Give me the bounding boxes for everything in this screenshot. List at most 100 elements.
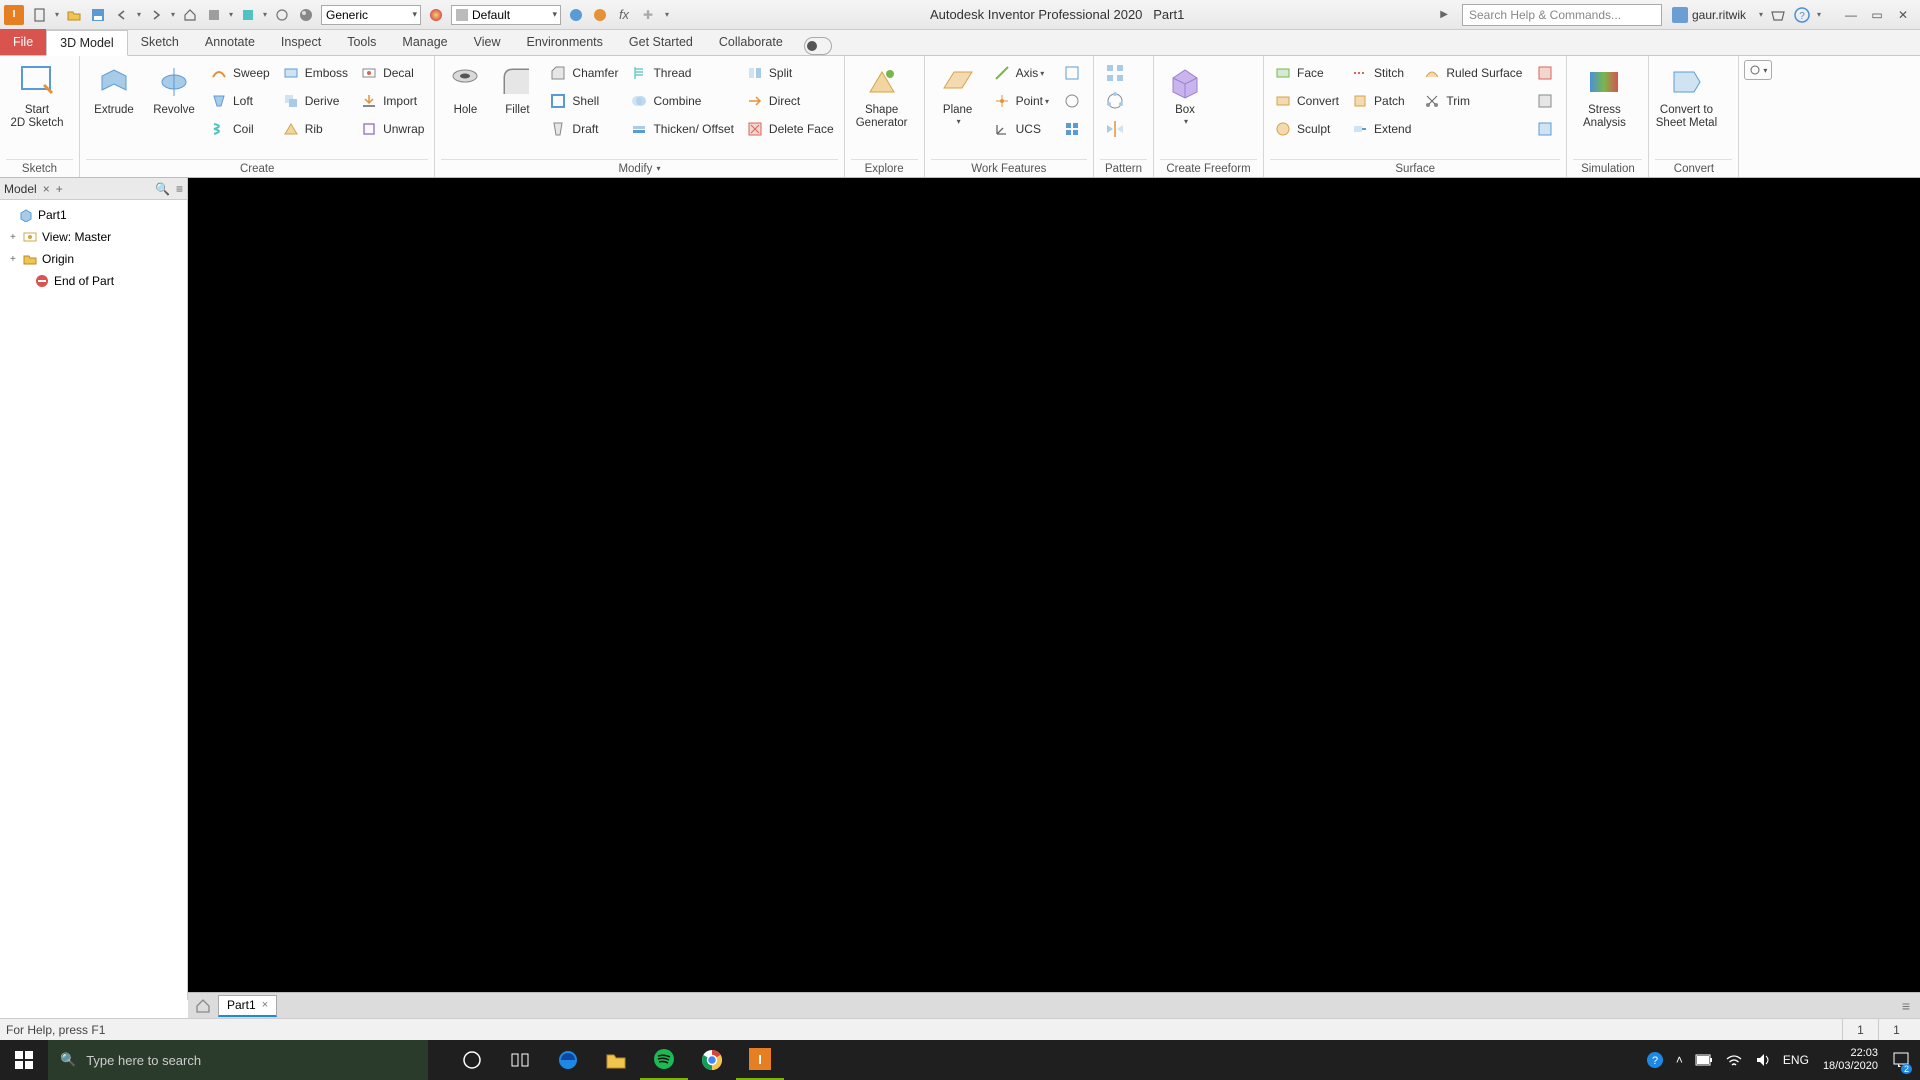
- box-button[interactable]: Box ▾: [1160, 60, 1210, 126]
- plus-icon[interactable]: ✚: [637, 4, 659, 26]
- save-button[interactable]: [87, 4, 109, 26]
- circular-pattern-button[interactable]: [1100, 88, 1130, 114]
- draft-button[interactable]: Draft: [545, 116, 622, 142]
- file-explorer-button[interactable]: [592, 1040, 640, 1080]
- thicken-button[interactable]: Thicken/ Offset: [626, 116, 737, 142]
- thread-button[interactable]: Thread: [626, 60, 737, 86]
- update-button[interactable]: [271, 4, 293, 26]
- close-button[interactable]: ✕: [1891, 3, 1915, 27]
- shape-generator-button[interactable]: Shape Generator: [851, 60, 913, 130]
- assembly-icon[interactable]: [203, 4, 225, 26]
- undo-button[interactable]: [111, 4, 133, 26]
- split-button[interactable]: Split: [742, 60, 838, 86]
- search-expand-icon[interactable]: ▶: [1440, 9, 1448, 20]
- box-dropdown[interactable]: ▾: [1184, 117, 1188, 126]
- expand-icon[interactable]: +: [10, 254, 22, 265]
- trim-button[interactable]: Trim: [1419, 88, 1526, 114]
- tree-view[interactable]: + View: Master: [2, 226, 185, 248]
- spotify-button[interactable]: [640, 1040, 688, 1080]
- tray-volume-icon[interactable]: [1749, 1040, 1777, 1080]
- rectangular-pattern-button[interactable]: [1100, 60, 1130, 86]
- tray-chevron-icon[interactable]: ˄: [1670, 1040, 1689, 1080]
- select-dropdown[interactable]: ▾: [260, 10, 270, 19]
- new-button[interactable]: [29, 4, 51, 26]
- plane-dropdown[interactable]: ▾: [957, 117, 961, 126]
- user-account[interactable]: gaur.ritwik: [1672, 7, 1746, 23]
- tray-battery-icon[interactable]: [1689, 1040, 1719, 1080]
- tab-environments[interactable]: Environments: [513, 29, 615, 55]
- mirror-button[interactable]: [1100, 116, 1130, 142]
- help-dropdown[interactable]: ▾: [1814, 10, 1824, 19]
- assembly-dropdown[interactable]: ▾: [226, 10, 236, 19]
- ruled-surface-button[interactable]: Ruled Surface: [1419, 60, 1526, 86]
- material-combo[interactable]: Generic: [321, 5, 421, 25]
- redo-dropdown[interactable]: ▾: [168, 10, 178, 19]
- start-2d-sketch-button[interactable]: Start 2D Sketch: [6, 60, 68, 130]
- point-button[interactable]: Point▾: [989, 88, 1053, 114]
- task-view-button[interactable]: [496, 1040, 544, 1080]
- combine-button[interactable]: Combine: [626, 88, 737, 114]
- tab-annotate[interactable]: Annotate: [192, 29, 268, 55]
- tab-file[interactable]: File: [0, 29, 46, 55]
- tree-end-of-part[interactable]: End of Part: [2, 270, 185, 292]
- tab-get-started[interactable]: Get Started: [616, 29, 706, 55]
- delete-face-button[interactable]: Delete Face: [742, 116, 838, 142]
- extend-button[interactable]: Extend: [1347, 116, 1415, 142]
- doctab-part1[interactable]: Part1 ×: [218, 995, 277, 1017]
- unwrap-button[interactable]: Unwrap: [356, 116, 428, 142]
- tray-clock[interactable]: 22:03 18/03/2020: [1815, 1047, 1886, 1073]
- browser-search-icon[interactable]: 🔍: [155, 182, 170, 196]
- appearance-combo[interactable]: Default: [451, 5, 561, 25]
- taskbar-search[interactable]: 🔍 Type here to search: [48, 1040, 428, 1080]
- derive-button[interactable]: Derive: [278, 88, 352, 114]
- rib-button[interactable]: Rib: [278, 116, 352, 142]
- redo-button[interactable]: [145, 4, 167, 26]
- tray-language[interactable]: ENG: [1777, 1040, 1815, 1080]
- convert-button[interactable]: Convert: [1270, 88, 1343, 114]
- tray-notifications[interactable]: 2: [1886, 1040, 1916, 1080]
- tab-collaborate[interactable]: Collaborate: [706, 29, 796, 55]
- ucs-button[interactable]: UCS: [989, 116, 1053, 142]
- chrome-button[interactable]: [688, 1040, 736, 1080]
- search-input[interactable]: Search Help & Commands...: [1462, 4, 1662, 26]
- expand-icon[interactable]: +: [10, 232, 22, 243]
- doctab-home-icon[interactable]: [192, 996, 214, 1016]
- extrude-button[interactable]: Extrude: [86, 60, 142, 117]
- coil-button[interactable]: Coil: [206, 116, 274, 142]
- fillet-button[interactable]: Fillet: [493, 60, 541, 117]
- viewport-canvas[interactable]: [188, 178, 1920, 992]
- appearance-sphere-icon[interactable]: [425, 4, 447, 26]
- face-button[interactable]: Face: [1270, 60, 1343, 86]
- work-icon-1[interactable]: [1057, 60, 1087, 86]
- tray-help-icon[interactable]: ?: [1640, 1040, 1670, 1080]
- axis-button[interactable]: Axis▾: [989, 60, 1053, 86]
- tab-tools[interactable]: Tools: [334, 29, 389, 55]
- work-icon-2[interactable]: [1057, 88, 1087, 114]
- surface-icon-2[interactable]: [1530, 88, 1560, 114]
- tab-manage[interactable]: Manage: [389, 29, 460, 55]
- cortana-button[interactable]: [448, 1040, 496, 1080]
- help-icon[interactable]: ?: [1791, 4, 1813, 26]
- stress-analysis-button[interactable]: Stress Analysis: [1573, 60, 1635, 130]
- app-store-icon[interactable]: [1767, 4, 1789, 26]
- tab-sketch[interactable]: Sketch: [128, 29, 192, 55]
- emboss-button[interactable]: Emboss: [278, 60, 352, 86]
- sweep-button[interactable]: Sweep: [206, 60, 274, 86]
- import-button[interactable]: Import: [356, 88, 428, 114]
- hole-button[interactable]: Hole: [441, 60, 489, 117]
- surface-icon-3[interactable]: [1530, 116, 1560, 142]
- home-button[interactable]: [179, 4, 201, 26]
- sculpt-button[interactable]: Sculpt: [1270, 116, 1343, 142]
- tab-view[interactable]: View: [461, 29, 514, 55]
- direct-button[interactable]: Direct: [742, 88, 838, 114]
- undo-dropdown[interactable]: ▾: [134, 10, 144, 19]
- surface-icon-1[interactable]: [1530, 60, 1560, 86]
- appearance-adjust-icon[interactable]: [565, 4, 587, 26]
- user-dropdown[interactable]: ▾: [1756, 10, 1766, 19]
- convert-sheet-metal-button[interactable]: Convert to Sheet Metal: [1655, 60, 1717, 130]
- select-button[interactable]: [237, 4, 259, 26]
- tab-inspect[interactable]: Inspect: [268, 29, 334, 55]
- chamfer-button[interactable]: Chamfer: [545, 60, 622, 86]
- doctab-close[interactable]: ×: [262, 999, 268, 1011]
- qat-customize-dropdown[interactable]: ▾: [660, 10, 674, 19]
